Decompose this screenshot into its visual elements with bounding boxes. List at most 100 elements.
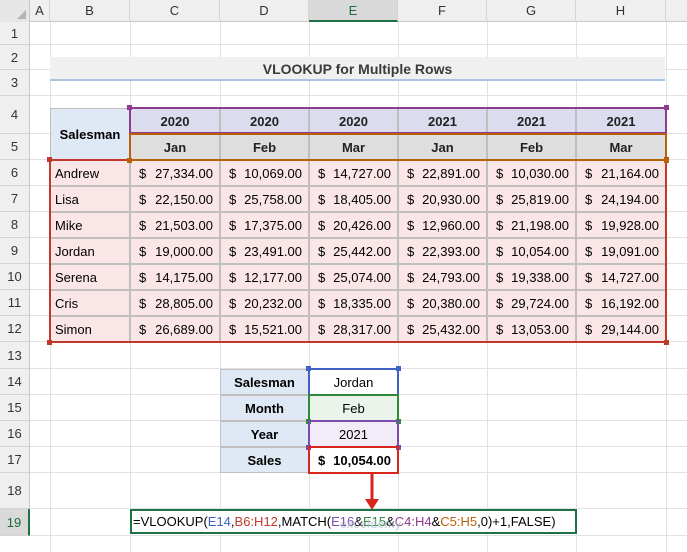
month-header-cell[interactable]: Feb <box>220 134 309 160</box>
sales-value-cell[interactable]: $25,442.00 <box>309 238 398 264</box>
sales-value-cell[interactable]: $19,091.00 <box>576 238 666 264</box>
row-header-13[interactable]: 13 <box>0 342 30 369</box>
salesman-name-cell[interactable]: Serena <box>50 264 130 290</box>
sales-value-cell[interactable]: $25,819.00 <box>487 186 576 212</box>
range-handle[interactable] <box>306 445 311 450</box>
sales-value-cell[interactable]: $28,805.00 <box>130 290 220 316</box>
row-header-11[interactable]: 11 <box>0 290 30 316</box>
sales-value-cell[interactable]: $26,689.00 <box>130 316 220 342</box>
year-header-cell[interactable]: 2021 <box>487 108 576 134</box>
row-header-2[interactable]: 2 <box>0 45 30 70</box>
month-header-cell[interactable]: Jan <box>130 134 220 160</box>
month-header-cell[interactable]: Feb <box>487 134 576 160</box>
sales-value-cell[interactable]: $27,334.00 <box>130 160 220 186</box>
select-all-corner[interactable] <box>0 0 30 22</box>
year-header-cell[interactable]: 2020 <box>220 108 309 134</box>
column-header-d[interactable]: D <box>220 0 309 22</box>
sales-value-cell[interactable]: $21,503.00 <box>130 212 220 238</box>
sales-value-cell[interactable]: $28,317.00 <box>309 316 398 342</box>
sales-value-cell[interactable]: $18,405.00 <box>309 186 398 212</box>
year-header-cell[interactable]: 2021 <box>576 108 666 134</box>
row-header-6[interactable]: 6 <box>0 160 30 186</box>
row-header-19[interactable]: 19 <box>0 509 30 536</box>
salesman-name-cell[interactable]: Jordan <box>50 238 130 264</box>
sales-value-cell[interactable]: $19,928.00 <box>576 212 666 238</box>
sales-value-cell[interactable]: $23,491.00 <box>220 238 309 264</box>
sales-value-cell[interactable]: $25,074.00 <box>309 264 398 290</box>
column-header-e[interactable]: E <box>309 0 398 22</box>
lookup-year-label[interactable]: Year <box>220 421 309 447</box>
sales-value-cell[interactable]: $20,232.00 <box>220 290 309 316</box>
sales-value-cell[interactable]: $15,521.00 <box>220 316 309 342</box>
salesman-header-cell[interactable]: Salesman <box>50 108 130 160</box>
range-handle[interactable] <box>306 419 311 424</box>
lookup-salesman-label[interactable]: Salesman <box>220 369 309 395</box>
column-header-b[interactable]: B <box>50 0 130 22</box>
sales-value-cell[interactable]: $22,393.00 <box>398 238 487 264</box>
year-header-cell[interactable]: 2020 <box>130 108 220 134</box>
row-header-3[interactable]: 3 <box>0 70 30 96</box>
sales-value-cell[interactable]: $17,375.00 <box>220 212 309 238</box>
range-handle[interactable] <box>127 158 132 163</box>
sales-value-cell[interactable]: $10,069.00 <box>220 160 309 186</box>
sales-value-cell[interactable]: $14,727.00 <box>309 160 398 186</box>
salesman-name-cell[interactable]: Cris <box>50 290 130 316</box>
row-header-8[interactable]: 8 <box>0 212 30 238</box>
salesman-name-cell[interactable]: Mike <box>50 212 130 238</box>
salesman-name-cell[interactable]: Andrew <box>50 160 130 186</box>
sales-value-cell[interactable]: $24,793.00 <box>398 264 487 290</box>
column-header-h[interactable]: H <box>576 0 666 22</box>
sales-value-cell[interactable]: $29,144.00 <box>576 316 666 342</box>
lookup-salesman-value[interactable]: Jordan <box>309 369 398 395</box>
sales-value-cell[interactable]: $16,192.00 <box>576 290 666 316</box>
sales-value-cell[interactable]: $20,380.00 <box>398 290 487 316</box>
sales-value-cell[interactable]: $12,177.00 <box>220 264 309 290</box>
row-header-17[interactable]: 17 <box>0 447 30 473</box>
sales-value-cell[interactable]: $21,198.00 <box>487 212 576 238</box>
lookup-month-label[interactable]: Month <box>220 395 309 421</box>
row-header-4[interactable]: 4 <box>0 96 30 134</box>
row-header-7[interactable]: 7 <box>0 186 30 212</box>
lookup-sales-label[interactable]: Sales <box>220 447 309 473</box>
sales-value-cell[interactable]: $29,724.00 <box>487 290 576 316</box>
sales-value-cell[interactable]: $22,150.00 <box>130 186 220 212</box>
sales-value-cell[interactable]: $14,727.00 <box>576 264 666 290</box>
column-header-g[interactable]: G <box>487 0 576 22</box>
column-header-c[interactable]: C <box>130 0 220 22</box>
row-header-18[interactable]: 18 <box>0 473 30 509</box>
sales-value-cell[interactable]: $10,030.00 <box>487 160 576 186</box>
sales-value-cell[interactable]: $10,054.00 <box>487 238 576 264</box>
salesman-name-cell[interactable]: Simon <box>50 316 130 342</box>
range-handle[interactable] <box>306 366 311 371</box>
sales-value-cell[interactable]: $25,432.00 <box>398 316 487 342</box>
column-header-f[interactable]: F <box>398 0 487 22</box>
row-header-10[interactable]: 10 <box>0 264 30 290</box>
sales-value-cell[interactable]: $24,194.00 <box>576 186 666 212</box>
sales-value-cell[interactable]: $21,164.00 <box>576 160 666 186</box>
range-handle[interactable] <box>396 366 401 371</box>
row-header-12[interactable]: 12 <box>0 316 30 342</box>
range-handle[interactable] <box>664 340 669 345</box>
range-handle[interactable] <box>396 419 401 424</box>
lookup-year-value[interactable]: 2021 <box>309 421 398 447</box>
salesman-name-cell[interactable]: Lisa <box>50 186 130 212</box>
sales-value-cell[interactable]: $20,426.00 <box>309 212 398 238</box>
row-header-14[interactable]: 14 <box>0 369 30 395</box>
row-header-5[interactable]: 5 <box>0 134 30 160</box>
lookup-month-value[interactable]: Feb <box>309 395 398 421</box>
sales-value-cell[interactable]: $20,930.00 <box>398 186 487 212</box>
row-header-16[interactable]: 16 <box>0 421 30 447</box>
range-handle[interactable] <box>664 158 669 163</box>
month-header-cell[interactable]: Jan <box>398 134 487 160</box>
row-header-1[interactable]: 1 <box>0 22 30 45</box>
lookup-sales-value[interactable]: $ 10,054.00 <box>309 447 398 473</box>
sales-value-cell[interactable]: $19,338.00 <box>487 264 576 290</box>
column-header-a[interactable]: A <box>30 0 50 22</box>
year-header-cell[interactable]: 2020 <box>309 108 398 134</box>
month-header-cell[interactable]: Mar <box>576 134 666 160</box>
month-header-cell[interactable]: Mar <box>309 134 398 160</box>
year-header-cell[interactable]: 2021 <box>398 108 487 134</box>
range-handle[interactable] <box>47 157 52 162</box>
range-handle[interactable] <box>396 445 401 450</box>
range-handle[interactable] <box>127 105 132 110</box>
